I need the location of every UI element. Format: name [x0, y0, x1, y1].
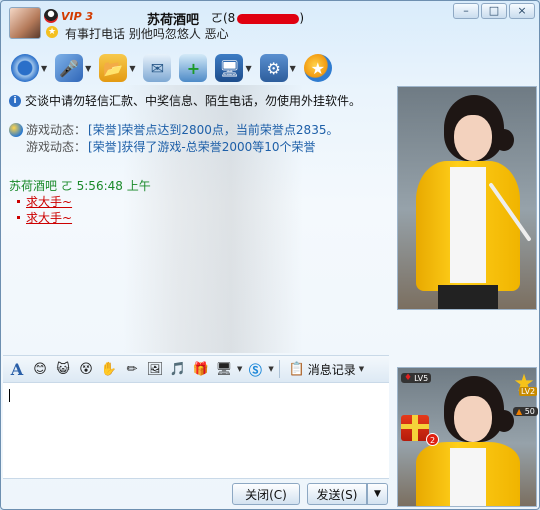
message-input[interactable] [3, 383, 389, 479]
video-call-button[interactable]: ▼ [9, 52, 49, 84]
chevron-down-icon[interactable]: ▼ [290, 64, 296, 73]
gift-box-icon[interactable] [401, 415, 429, 441]
chevron-down-icon[interactable]: ▼ [237, 365, 242, 373]
voice-call-button[interactable]: 🎤 ▼ [53, 52, 93, 84]
create-discussion-icon: + [179, 54, 208, 82]
star-icon: ★ [46, 26, 58, 38]
chat-message: 求大手~ [17, 209, 72, 226]
bullet-icon [17, 200, 20, 203]
send-file-button[interactable]: 📂 ▼ [97, 52, 137, 84]
level2-badge: LV2 [519, 387, 538, 396]
gift-icon[interactable]: 🎁 [191, 359, 211, 379]
redaction-mark [237, 13, 300, 24]
photo-shorts [438, 285, 498, 309]
heart-icon: ♦ [404, 373, 413, 383]
photo-face [454, 396, 492, 442]
chevron-down-icon[interactable]: ▼ [129, 64, 135, 73]
level-badge[interactable]: ♦ LV5 [401, 373, 432, 383]
music-icon[interactable]: 🎵 [168, 359, 188, 379]
chat-history[interactable]: i 交谈中请勿轻信汇款、中奖信息、陌生电话，勿使用外挂软件。 游戏动态： [荣誉… [3, 85, 389, 353]
image-icon[interactable]: 🖼 [145, 359, 165, 379]
text-caret [9, 389, 10, 402]
remote-assist-icon: 🖥 [215, 54, 244, 82]
voice-call-icon: 🎤 [55, 54, 84, 82]
payment-icon[interactable]: Ⓢ [245, 359, 265, 379]
chevron-down-icon[interactable]: ▼ [268, 365, 273, 373]
doodle-icon[interactable]: ✋ [99, 359, 119, 379]
game-activity-label: 游戏动态： [26, 123, 87, 137]
security-notice-text: 交谈中请勿轻信汇款、中奖信息、陌生电话，勿使用外挂软件。 [25, 94, 362, 108]
qq-penguin-icon [44, 9, 58, 23]
send-sms-button[interactable]: ✉ [141, 52, 173, 84]
font-icon[interactable]: A [7, 359, 27, 379]
send-file-icon: 📂 [99, 54, 128, 82]
chevron-down-icon[interactable]: ▼ [85, 64, 91, 73]
photo-shirt [450, 167, 486, 283]
message-history-button[interactable]: 📋 消息记录 ▼ [288, 359, 365, 379]
send-sms-icon: ✉ [143, 54, 172, 82]
send-options-button[interactable]: ▼ [367, 483, 388, 505]
chevron-down-icon[interactable]: ▼ [41, 64, 47, 73]
chat-window: VIP 3 ★ 苏荷酒吧 ㄛ(8) 有事打电话 别他吗忽悠人 恶心 – □ × … [0, 0, 540, 510]
maximize-button[interactable]: □ [481, 3, 507, 19]
close-button[interactable]: 关闭(C) [232, 483, 300, 505]
close-window-button[interactable]: × [509, 3, 535, 19]
gift-count-badge: 2 [426, 433, 439, 446]
message-history-label: 消息记录 [307, 362, 356, 377]
contact-signature: 有事打电话 别他吗忽悠人 恶心 [65, 27, 229, 41]
chat-message: 求大手~ [17, 193, 72, 210]
qq-zone-icon: ★ [303, 54, 332, 82]
format-toolbar: A 😊 😺 😵 ✋ ✏ 🖼 🎵 🎁 🖥 ▼ Ⓢ ▼ 📋 消息记录 ▼ [3, 355, 389, 383]
contact-number: ㄛ(8) [211, 11, 305, 25]
edit-icon[interactable]: ✏ [122, 359, 142, 379]
game-activity-label: 游戏动态： [26, 140, 87, 154]
game-activity-text[interactable]: [荣誉]获得了游戏-总荣誉2000等10个荣誉 [88, 138, 316, 155]
photo-hair-bun [494, 129, 514, 151]
emoji-icon[interactable]: 😊 [30, 359, 50, 379]
chevron-down-icon: ▼ [358, 365, 365, 373]
security-notice: i 交谈中请勿轻信汇款、中奖信息、陌生电话，勿使用外挂软件。 [9, 92, 361, 109]
message-text[interactable]: 求大手~ [26, 209, 72, 226]
photo-shirt [450, 448, 486, 506]
score-badge[interactable]: ▲ 50 [513, 407, 538, 416]
magic-face-icon[interactable]: 😺 [53, 359, 73, 379]
send-button[interactable]: 发送(S) [307, 483, 367, 505]
photo-hair-bun [494, 410, 514, 432]
contact-avatar[interactable] [9, 7, 41, 39]
video-call-icon [11, 54, 39, 82]
app-settings-icon: ⚙ [259, 54, 288, 82]
message-sender-line: 苏荷酒吧 ㄛ 5:56:48 上午 [9, 179, 151, 193]
main-toolbar: ▼ 🎤 ▼ 📂 ▼ ✉ + 🖥 ▼ ⚙ ▼ ★ [9, 51, 334, 85]
chevron-down-icon[interactable]: ▼ [245, 64, 251, 73]
info-icon: i [9, 94, 21, 107]
message-text[interactable]: 求大手~ [26, 193, 72, 210]
flame-icon: ▲ [516, 407, 523, 416]
contact-show-photo [397, 86, 537, 310]
remote-assist-button[interactable]: 🖥 ▼ [213, 52, 253, 84]
bullet-icon [17, 216, 20, 219]
game-activity-line: 游戏动态： [荣誉]获得了游戏-总荣誉2000等10个荣誉 [26, 138, 316, 155]
divider [278, 360, 280, 378]
app-settings-button[interactable]: ⚙ ▼ [258, 52, 298, 84]
screenshot-icon[interactable]: 🖥 [214, 359, 234, 379]
vip-badge[interactable]: VIP 3 [61, 10, 93, 23]
minimize-button[interactable]: – [453, 3, 479, 19]
game-icon [9, 122, 23, 137]
qq-zone-button[interactable]: ★ [302, 52, 334, 84]
shake-icon[interactable]: 😵 [76, 359, 96, 379]
window-controls: – □ × [453, 3, 535, 19]
game-activity-line: 游戏动态： [荣誉]荣誉点达到2800点，当前荣誉点2835。 [9, 121, 338, 138]
history-icon: 📋 [288, 361, 305, 377]
game-activity-text[interactable]: [荣誉]荣誉点达到2800点，当前荣誉点2835。 [88, 121, 338, 138]
photo-face [454, 115, 492, 161]
create-discussion-button[interactable]: + [177, 52, 209, 84]
